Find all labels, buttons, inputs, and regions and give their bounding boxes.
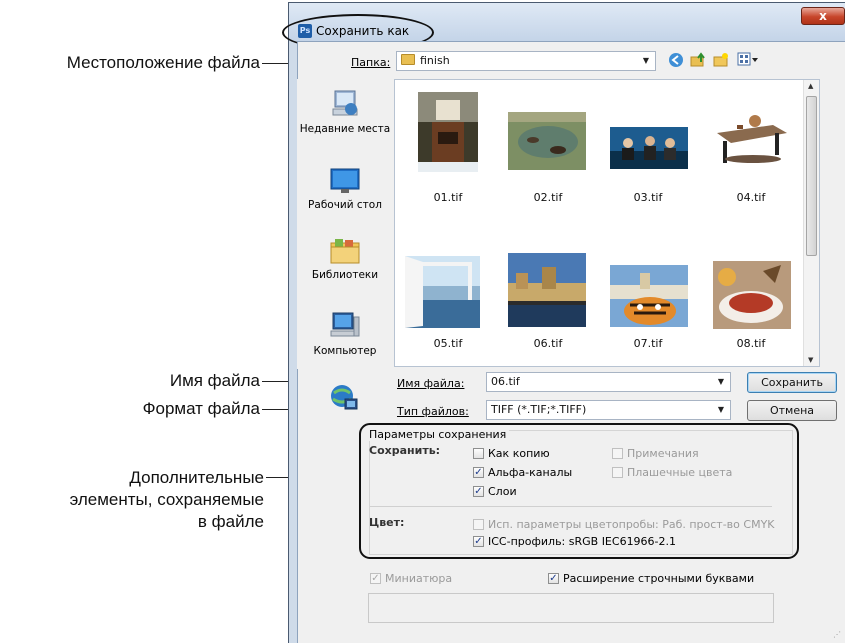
file-list-scrollbar[interactable]: ▲ ▼ <box>803 80 819 366</box>
file-name[interactable]: 03.tif <box>598 191 698 204</box>
place-label-recent: Недавние места <box>299 123 391 135</box>
file-name[interactable]: 02.tif <box>498 191 598 204</box>
place-computer[interactable]: Компьютер <box>297 311 393 358</box>
lowercase-ext-checkbox[interactable]: ✓ <box>548 573 559 584</box>
status-field <box>368 593 774 623</box>
annotation-extra-1: Дополнительные <box>129 468 264 487</box>
place-recent[interactable]: Недавние места <box>297 87 393 136</box>
file-name[interactable]: 06.tif <box>498 337 598 350</box>
folder-value: finish <box>420 54 450 67</box>
close-button[interactable]: x <box>801 7 845 25</box>
places-bar: Недавние места Рабочий стол Библиотеки К… <box>297 79 393 369</box>
file-list: 01.tif 02.tif 03.tif 04.tif 05.tif 06.ti… <box>394 79 820 367</box>
file-thumbnail[interactable] <box>418 92 478 172</box>
file-name[interactable]: 04.tif <box>701 191 801 204</box>
scroll-up-icon[interactable]: ▲ <box>808 82 813 90</box>
chevron-down-icon[interactable]: ▼ <box>718 373 724 391</box>
file-thumbnail[interactable] <box>713 103 791 171</box>
file-name[interactable]: 07.tif <box>598 337 698 350</box>
annotation-file-format: Формат файла <box>142 399 260 418</box>
filetype-value: TIFF (*.TIF;*.TIFF) <box>491 403 587 416</box>
back-icon[interactable] <box>667 52 685 70</box>
alpha-checkbox[interactable]: ✓ <box>473 467 484 478</box>
color-label: Цвет: <box>369 516 405 529</box>
icc-label[interactable]: ICC-профиль: sRGB IEC61966-2.1 <box>488 535 676 548</box>
file-thumbnail[interactable] <box>610 265 688 327</box>
computer-icon <box>330 312 360 337</box>
place-desktop[interactable]: Рабочий стол <box>297 167 393 212</box>
resize-grip-icon[interactable]: ⋰ <box>833 630 841 639</box>
up-folder-icon[interactable] <box>689 52 707 70</box>
options-title: Параметры сохранения <box>369 428 510 441</box>
save-as-dialog: Ps Сохранить как x Папка: finish ▼ Недав… <box>282 2 845 643</box>
icc-checkbox[interactable]: ✓ <box>473 536 484 547</box>
chevron-down-icon: ▼ <box>642 56 649 65</box>
annotation-extra-3: в файле <box>197 512 264 531</box>
proof-checkbox[interactable] <box>473 519 484 530</box>
title-bar: Ps Сохранить как x <box>282 3 845 51</box>
spot-label[interactable]: Плашечные цвета <box>627 466 732 479</box>
file-name[interactable]: 05.tif <box>398 337 498 350</box>
scrollbar-thumb[interactable] <box>806 96 817 256</box>
desktop-icon <box>330 168 360 193</box>
filetype-select[interactable]: TIFF (*.TIF;*.TIFF) ▼ <box>486 400 731 420</box>
file-name[interactable]: 08.tif <box>701 337 801 350</box>
lowercase-ext-label[interactable]: Расширение строчными буквами <box>563 572 754 585</box>
file-thumbnail[interactable] <box>508 112 586 170</box>
file-name[interactable]: 01.tif <box>398 191 498 204</box>
thumbnail-checkbox[interactable]: ✓ <box>370 573 381 584</box>
annotation-file-location: Местоположение файла <box>66 53 260 72</box>
notes-checkbox[interactable] <box>612 448 623 459</box>
file-thumbnail[interactable] <box>610 127 688 169</box>
annotation-file-name: Имя файла <box>169 371 260 390</box>
place-libraries[interactable]: Библиотеки <box>297 237 393 282</box>
file-thumbnail[interactable] <box>405 256 480 328</box>
file-thumbnail[interactable] <box>508 253 586 327</box>
filename-input[interactable]: 06.tif ▼ <box>486 372 731 392</box>
spot-checkbox[interactable] <box>612 467 623 478</box>
libraries-icon <box>330 239 360 264</box>
chevron-down-icon[interactable]: ▼ <box>718 401 724 419</box>
view-menu-icon[interactable] <box>736 52 760 70</box>
save-button[interactable]: Сохранить <box>747 372 837 393</box>
alpha-label[interactable]: Альфа-каналы <box>488 466 572 479</box>
save-options-label: Сохранить: <box>369 444 441 457</box>
layers-label[interactable]: Слои <box>488 485 517 498</box>
as-copy-checkbox[interactable] <box>473 448 484 459</box>
as-copy-label[interactable]: Как копию <box>488 447 550 460</box>
thumbnail-label[interactable]: Миниатюра <box>385 572 452 585</box>
proof-label[interactable]: Исп. параметры цветопробы: Раб. прост-во… <box>488 518 775 531</box>
network-globe-icon <box>331 385 358 410</box>
place-label-computer: Компьютер <box>313 345 377 357</box>
filename-value: 06.tif <box>491 375 520 388</box>
place-label-desktop: Рабочий стол <box>308 199 382 211</box>
layers-checkbox[interactable]: ✓ <box>473 486 484 497</box>
new-folder-icon[interactable] <box>712 52 730 70</box>
scroll-down-icon[interactable]: ▼ <box>808 356 813 364</box>
recent-places-icon <box>332 90 358 116</box>
folder-icon <box>401 54 415 65</box>
cancel-button[interactable]: Отмена <box>747 400 837 421</box>
file-thumbnail[interactable] <box>713 261 791 329</box>
options-divider <box>370 506 772 507</box>
filetype-label: Тип файлов: <box>397 405 469 418</box>
filename-label: Имя файла: <box>397 377 465 390</box>
annotation-extra-2: элементы, сохраняемые <box>69 490 264 509</box>
notes-label[interactable]: Примечания <box>627 447 699 460</box>
folder-label: Папка: <box>351 56 391 69</box>
place-label-libraries: Библиотеки <box>311 269 379 281</box>
folder-combo[interactable]: finish ▼ <box>396 51 656 71</box>
